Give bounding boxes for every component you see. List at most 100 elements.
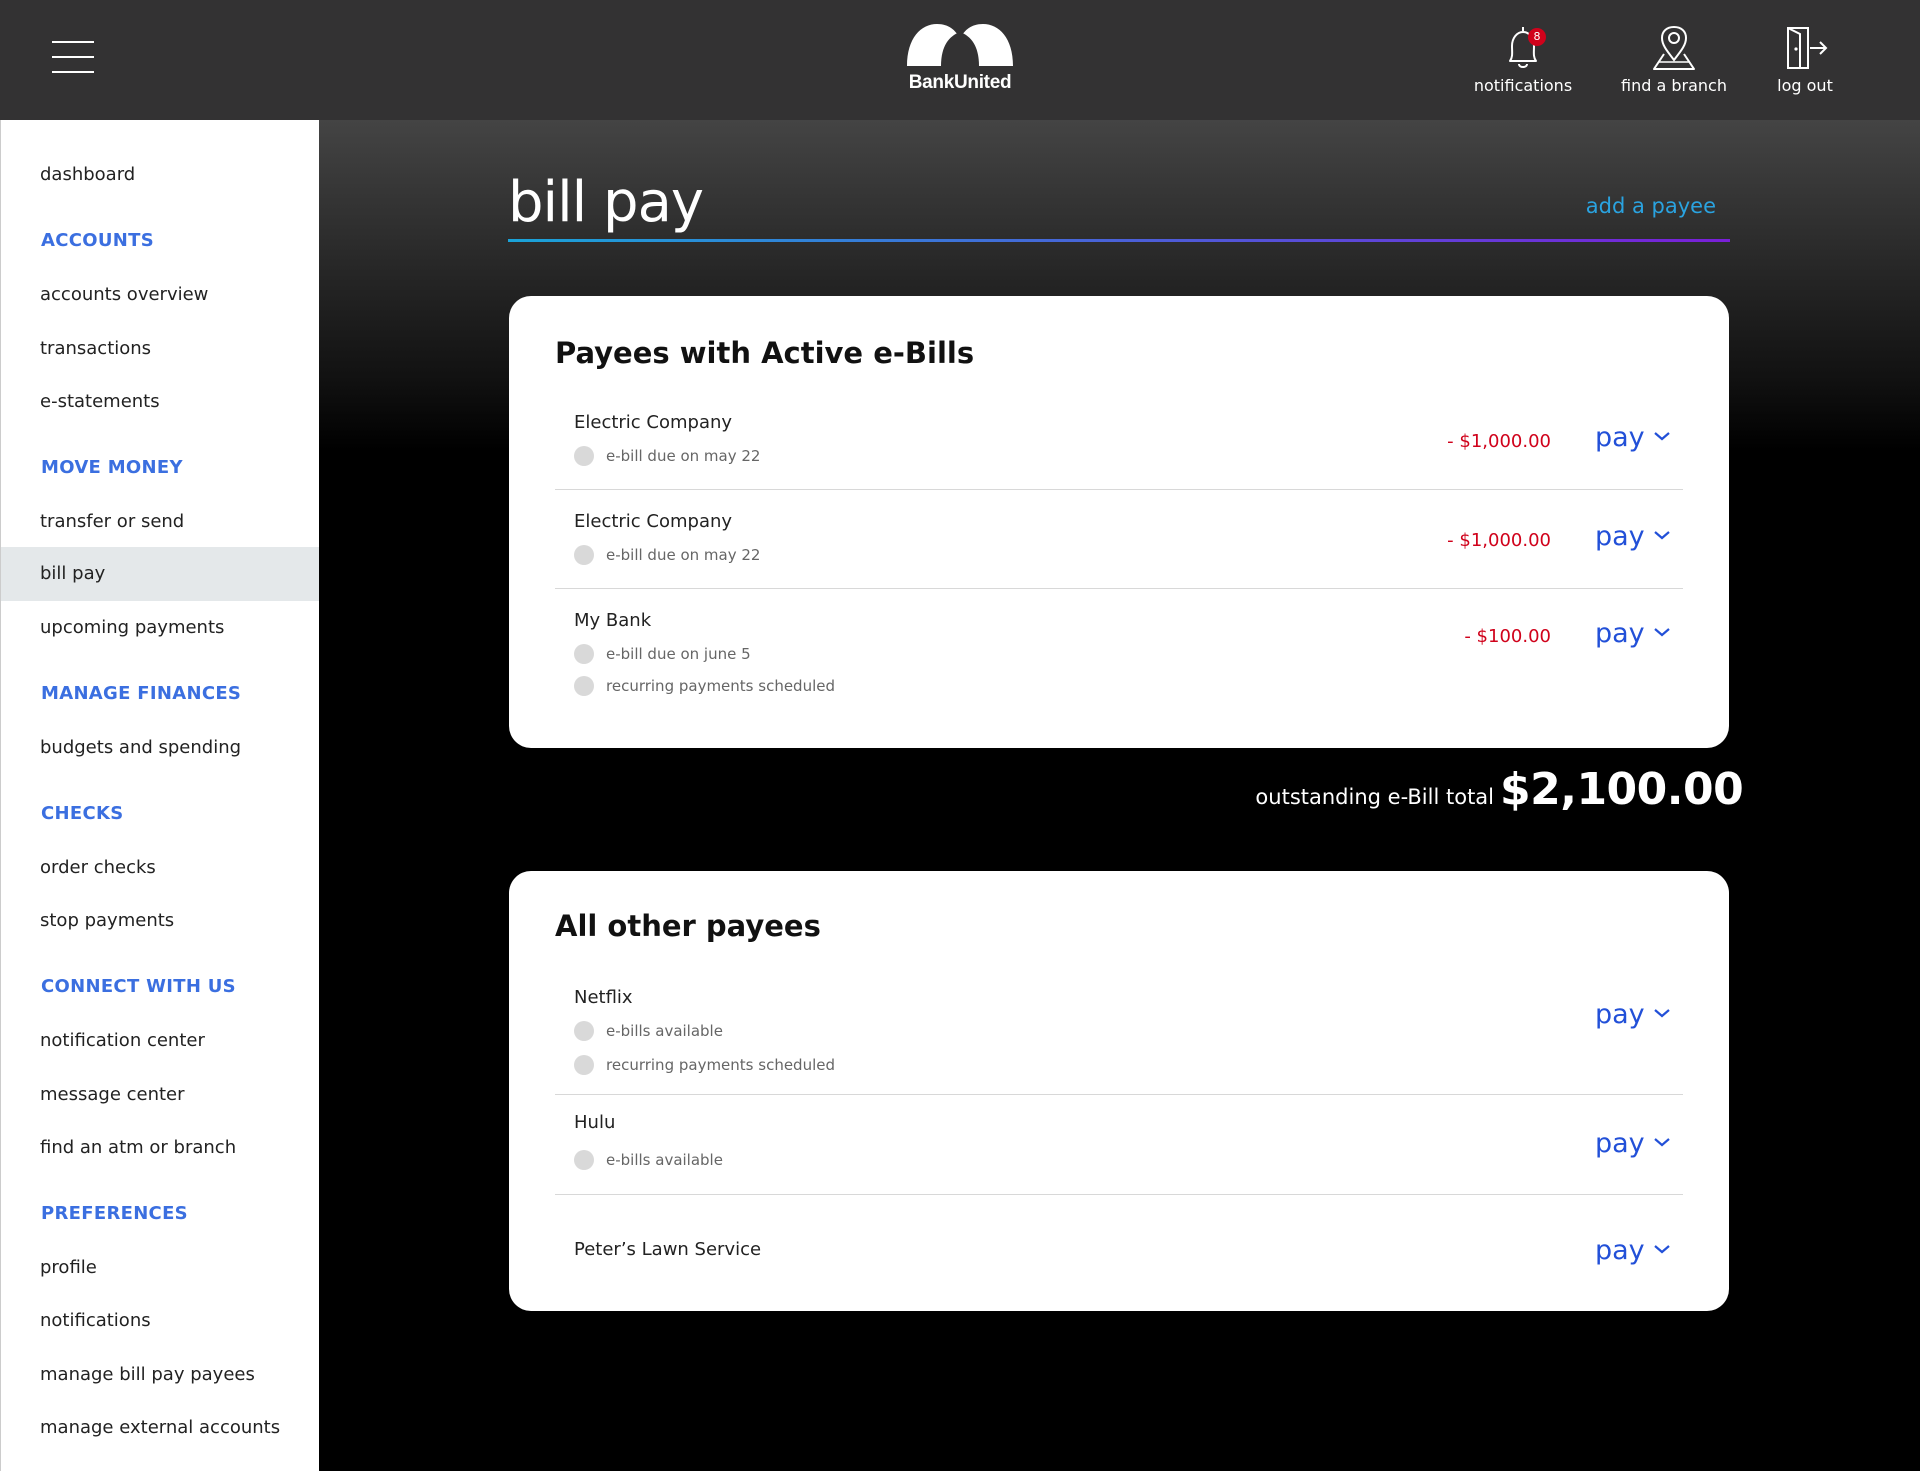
sidebar-nav: dashboard ACCOUNTS accounts overview tra… [0, 120, 319, 1471]
pay-label: pay [1595, 521, 1645, 552]
ebill-amount: - $1,000.00 [1447, 431, 1551, 452]
pay-button[interactable]: pay [1595, 1235, 1671, 1267]
notification-count-badge: 8 [1528, 28, 1546, 46]
sidebar-item-notifications[interactable]: notifications [1, 1294, 319, 1348]
payee-detail-text: e-bill due on june 5 [606, 645, 751, 663]
payee-detail: e-bill due on may 22 [574, 545, 760, 565]
sidebar-item-dashboard[interactable]: dashboard [1, 148, 319, 202]
row-divider [555, 588, 1683, 589]
sidebar-item-e-statements[interactable]: e-statements [1, 375, 319, 429]
payee-name: My Bank [574, 610, 652, 631]
sidebar-item-transactions[interactable]: transactions [1, 322, 319, 376]
menu-bar [52, 71, 94, 73]
notifications-label: notifications [1473, 76, 1573, 95]
find-branch-button[interactable]: find a branch [1614, 24, 1734, 95]
sidebar-item-upcoming-payments[interactable]: upcoming payments [1, 601, 319, 655]
bell-wrap: 8 [1500, 24, 1546, 72]
payee-name: Peter’s Lawn Service [574, 1239, 762, 1260]
status-dot-icon [574, 545, 594, 565]
sidebar-heading-move-money: MOVE MONEY [41, 457, 183, 478]
status-dot-icon [574, 1021, 594, 1041]
pay-button[interactable]: pay [1595, 618, 1671, 650]
payee-detail: e-bill due on june 5 [574, 644, 751, 664]
map-pin-icon [1653, 25, 1695, 70]
payee-detail: e-bills available [574, 1021, 723, 1041]
sidebar-heading-connect-with-us: CONNECT WITH US [41, 976, 236, 997]
pay-button[interactable]: pay [1595, 999, 1671, 1031]
top-header: BankUnited 8 notifications find a branch [0, 0, 1920, 120]
payee-detail: recurring payments scheduled [574, 1055, 835, 1075]
payee-detail-text: e-bills available [606, 1022, 723, 1040]
status-dot-icon [574, 676, 594, 696]
sidebar-item-profile[interactable]: profile [1, 1241, 319, 1295]
sidebar-heading-manage-finances: MANAGE FINANCES [41, 683, 242, 704]
logout-button[interactable]: log out [1762, 24, 1848, 95]
pay-label: pay [1595, 1128, 1645, 1159]
payee-name: Electric Company [574, 412, 733, 433]
sidebar-item-order-checks[interactable]: order checks [1, 841, 319, 895]
outstanding-total-label: outstanding e-Bill total [1255, 785, 1494, 809]
sidebar-item-stop-payments[interactable]: stop payments [1, 894, 319, 948]
pay-label: pay [1595, 1235, 1645, 1266]
pay-label: pay [1595, 422, 1645, 453]
payee-detail: e-bills available [574, 1150, 723, 1170]
menu-bar [52, 56, 94, 58]
sidebar-item-manage-bill-pay-payees[interactable]: manage bill pay payees [1, 1348, 319, 1402]
chevron-down-icon [1653, 1244, 1670, 1253]
chevron-down-icon [1653, 1137, 1670, 1146]
payee-detail-text: recurring payments scheduled [606, 677, 835, 695]
payee-detail-text: e-bill due on may 22 [606, 546, 761, 564]
pay-button[interactable]: pay [1595, 521, 1671, 553]
chevron-down-icon [1653, 627, 1670, 636]
status-dot-icon [574, 446, 594, 466]
payee-detail-text: e-bills available [606, 1151, 723, 1169]
door-exit-icon [1787, 27, 1828, 69]
pay-label: pay [1595, 999, 1645, 1030]
other-payees-title: All other payees [555, 909, 821, 943]
payee-detail: e-bill due on may 22 [574, 446, 760, 466]
brand-name: BankUnited [908, 72, 1012, 93]
sidebar-item-manage-external-accounts[interactable]: manage external accounts [1, 1401, 319, 1455]
sidebar-item-bill-pay[interactable]: bill pay [1, 547, 319, 601]
pay-label: pay [1595, 618, 1645, 649]
sidebar-item-budgets-and-spending[interactable]: budgets and spending [1, 721, 319, 775]
payee-name: Hulu [574, 1112, 616, 1133]
sidebar-item-find-atm-or-branch[interactable]: find an atm or branch [1, 1121, 319, 1175]
chevron-down-icon [1653, 530, 1670, 539]
sidebar-item-transfer-or-send[interactable]: transfer or send [1, 495, 319, 549]
bank-logo[interactable]: BankUnited [900, 24, 1020, 100]
logout-label: log out [1777, 76, 1833, 95]
row-divider [555, 489, 1683, 490]
sidebar-heading-checks: CHECKS [41, 803, 124, 824]
sidebar-heading-accounts: ACCOUNTS [41, 230, 154, 251]
other-payees-card: All other payees Netflix e-bills availab… [509, 871, 1729, 1311]
menu-bar [52, 41, 94, 43]
payee-name: Electric Company [574, 511, 733, 532]
row-divider [555, 1094, 1683, 1095]
sidebar-item-message-center[interactable]: message center [1, 1068, 319, 1122]
add-payee-link[interactable]: add a payee [1560, 194, 1716, 218]
outstanding-total-value: $2,100.00 [1500, 764, 1744, 815]
payee-detail-text: e-bill due on may 22 [606, 447, 761, 465]
ebill-amount: - $100.00 [1464, 626, 1551, 647]
sidebar-heading-preferences: PREFERENCES [41, 1203, 188, 1224]
menu-icon[interactable] [52, 40, 94, 74]
sidebar-item-notification-center[interactable]: notification center [1, 1014, 319, 1068]
title-divider [508, 239, 1730, 242]
status-dot-icon [574, 1055, 594, 1075]
pay-button[interactable]: pay [1595, 1128, 1671, 1160]
notifications-button[interactable]: 8 notifications [1460, 24, 1586, 95]
find-branch-label: find a branch [1621, 76, 1727, 95]
status-dot-icon [574, 1150, 594, 1170]
sidebar-item-accounts-overview[interactable]: accounts overview [1, 268, 319, 322]
payee-name: Netflix [574, 987, 633, 1008]
active-ebills-title: Payees with Active e-Bills [555, 336, 975, 370]
logo-arch-icon [907, 24, 1013, 66]
chevron-down-icon [1653, 1008, 1670, 1017]
status-dot-icon [574, 644, 594, 664]
payee-detail: recurring payments scheduled [574, 676, 835, 696]
active-ebills-card: Payees with Active e-Bills Electric Comp… [509, 296, 1729, 748]
pay-button[interactable]: pay [1595, 422, 1671, 454]
page-title: bill pay [508, 170, 704, 235]
chevron-down-icon [1653, 431, 1670, 440]
